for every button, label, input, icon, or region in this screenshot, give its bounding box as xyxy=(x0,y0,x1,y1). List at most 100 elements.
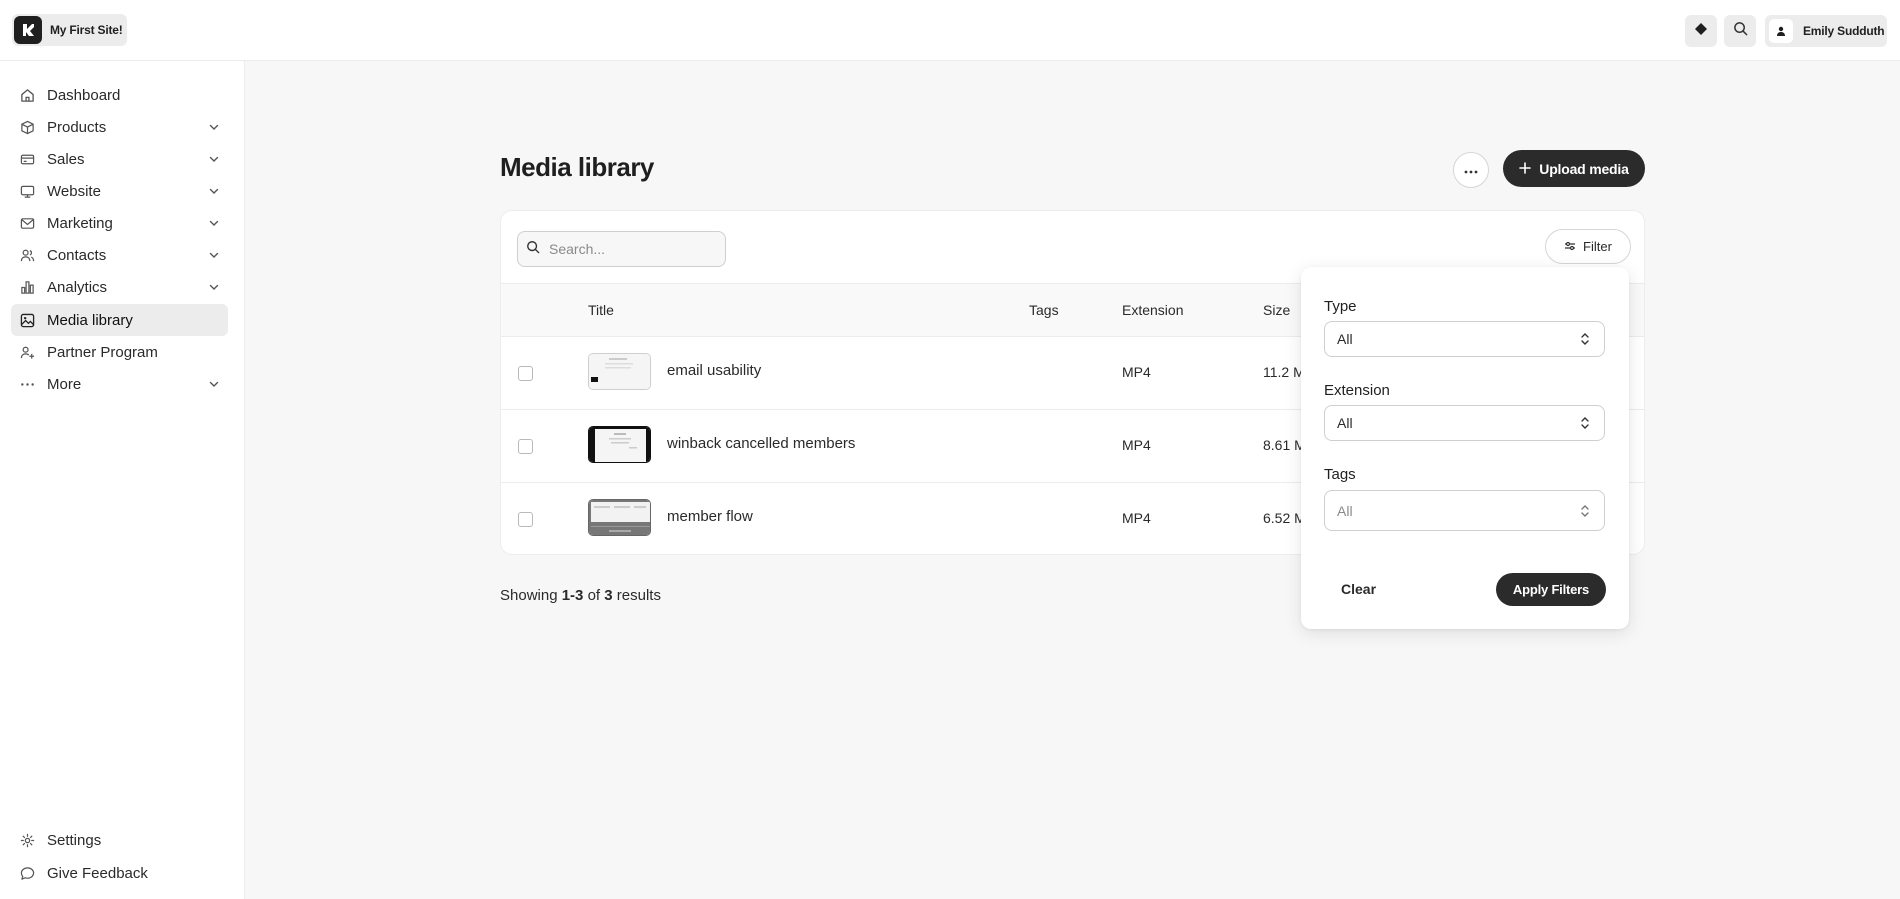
sidebar-item-label: Analytics xyxy=(47,278,108,296)
media-title[interactable]: winback cancelled members xyxy=(667,435,855,452)
type-select[interactable]: All xyxy=(1324,321,1605,357)
tags-filter-label: Tags xyxy=(1324,466,1356,483)
global-search-button[interactable] xyxy=(1724,15,1756,47)
mail-icon xyxy=(19,215,35,231)
media-extension: MP4 xyxy=(1122,364,1151,380)
user-name: Emily Sudduth xyxy=(1803,24,1885,38)
sidebar-item-website[interactable]: Website xyxy=(11,175,228,207)
sidebar-item-more[interactable]: More xyxy=(11,368,228,400)
select-arrows-icon xyxy=(1580,332,1590,346)
select-arrows-icon xyxy=(1580,416,1590,430)
results-suffix: results xyxy=(616,587,661,604)
sidebar-item-label: Marketing xyxy=(47,214,113,232)
more-actions-button[interactable] xyxy=(1453,152,1489,188)
results-range: 1-3 xyxy=(561,587,584,604)
results-summary: Showing 1-3 of 3 results xyxy=(500,587,661,604)
sliders-icon xyxy=(1564,239,1576,254)
site-switcher[interactable]: My First Site! xyxy=(12,14,127,46)
type-filter-label: Type xyxy=(1324,298,1357,315)
bar-chart-icon xyxy=(19,279,35,295)
page-title: Media library xyxy=(500,152,654,182)
row-checkbox[interactable] xyxy=(518,512,533,527)
search-field[interactable] xyxy=(517,231,726,267)
apply-filters-label: Apply Filters xyxy=(1512,582,1590,597)
select-arrows-icon xyxy=(1580,504,1590,518)
user-menu-button[interactable]: Emily Sudduth xyxy=(1765,15,1887,47)
media-size: 11.2 M xyxy=(1263,364,1305,380)
chat-bubble-icon xyxy=(19,865,35,881)
media-size: 8.61 M xyxy=(1263,437,1306,453)
sidebar-item-label: Settings xyxy=(47,831,102,849)
image-icon xyxy=(19,312,35,328)
chevron-down-icon xyxy=(206,279,222,295)
upload-media-button[interactable]: Upload media xyxy=(1503,150,1645,187)
diamond-icon xyxy=(1694,22,1708,41)
kajabi-logo-icon xyxy=(14,16,42,44)
ellipsis-icon xyxy=(19,376,35,392)
sidebar-item-label: Website xyxy=(47,182,101,200)
media-title[interactable]: member flow xyxy=(667,508,753,525)
avatar xyxy=(1769,19,1793,43)
results-prefix: Showing xyxy=(500,587,558,604)
sidebar-item-sales[interactable]: Sales xyxy=(11,143,228,175)
chevron-down-icon xyxy=(206,376,222,392)
sidebar-item-marketing[interactable]: Marketing xyxy=(11,207,228,239)
user-plus-icon xyxy=(19,344,35,360)
tags-select[interactable]: All xyxy=(1324,490,1605,531)
upload-media-label: Upload media xyxy=(1539,160,1629,177)
column-header-title[interactable]: Title xyxy=(588,302,614,318)
chevron-down-icon xyxy=(206,215,222,231)
video-thumbnail[interactable] xyxy=(588,499,651,536)
extension-select-value: All xyxy=(1337,415,1353,431)
sidebar-item-label: Give Feedback xyxy=(47,864,148,882)
gear-icon xyxy=(19,832,35,848)
diamond-upgrade-button[interactable] xyxy=(1685,15,1717,47)
user-icon xyxy=(1777,26,1785,36)
sidebar-item-settings[interactable]: Settings xyxy=(11,824,228,856)
sidebar-item-dashboard[interactable]: Dashboard xyxy=(11,79,228,111)
row-checkbox[interactable] xyxy=(518,439,533,454)
column-header-extension[interactable]: Extension xyxy=(1122,302,1183,318)
row-checkbox[interactable] xyxy=(518,366,533,381)
apply-filters-button[interactable]: Apply Filters xyxy=(1496,573,1606,606)
sidebar-item-partner-program[interactable]: Partner Program xyxy=(11,336,228,368)
home-icon xyxy=(19,87,35,103)
users-icon xyxy=(19,247,35,263)
sidebar-item-label: Partner Program xyxy=(47,343,158,361)
sidebar-item-contacts[interactable]: Contacts xyxy=(11,239,228,271)
filter-popover: Type All Extension All Tags All Clear Ap… xyxy=(1301,267,1629,629)
type-select-value: All xyxy=(1337,331,1353,347)
extension-select[interactable]: All xyxy=(1324,405,1605,441)
results-total: 3 xyxy=(604,587,613,604)
sidebar-item-analytics[interactable]: Analytics xyxy=(11,271,228,303)
top-bar: My First Site! Emily Sudduth xyxy=(0,0,1900,61)
media-extension: MP4 xyxy=(1122,437,1151,453)
column-header-size[interactable]: Size xyxy=(1263,302,1290,318)
tags-select-placeholder: All xyxy=(1337,502,1353,519)
ellipsis-icon xyxy=(1464,161,1478,179)
clear-filters-button[interactable]: Clear xyxy=(1341,581,1376,597)
video-thumbnail[interactable] xyxy=(588,426,651,463)
sidebar-item-label: Media library xyxy=(47,311,133,329)
sidebar-item-label: Sales xyxy=(47,150,85,168)
media-extension: MP4 xyxy=(1122,510,1151,526)
plus-icon xyxy=(1519,161,1532,177)
search-input[interactable] xyxy=(549,241,709,257)
search-icon xyxy=(1733,21,1748,41)
column-header-tags[interactable]: Tags xyxy=(1029,302,1059,318)
video-thumbnail[interactable] xyxy=(588,353,651,390)
sidebar: Dashboard Products Sales Website Marketi… xyxy=(0,61,245,899)
filter-label: Filter xyxy=(1583,239,1612,254)
chevron-down-icon xyxy=(206,183,222,199)
sidebar-item-products[interactable]: Products xyxy=(11,111,228,143)
sidebar-item-label: Contacts xyxy=(47,246,107,264)
sidebar-item-give-feedback[interactable]: Give Feedback xyxy=(11,857,228,889)
results-of: of xyxy=(587,587,601,604)
media-title[interactable]: email usability xyxy=(667,362,761,379)
filter-button[interactable]: Filter xyxy=(1545,229,1631,264)
box-icon xyxy=(19,119,35,135)
media-size: 6.52 M xyxy=(1263,510,1306,526)
sidebar-item-media-library[interactable]: Media library xyxy=(11,304,228,336)
monitor-icon xyxy=(19,183,35,199)
extension-filter-label: Extension xyxy=(1324,382,1390,399)
